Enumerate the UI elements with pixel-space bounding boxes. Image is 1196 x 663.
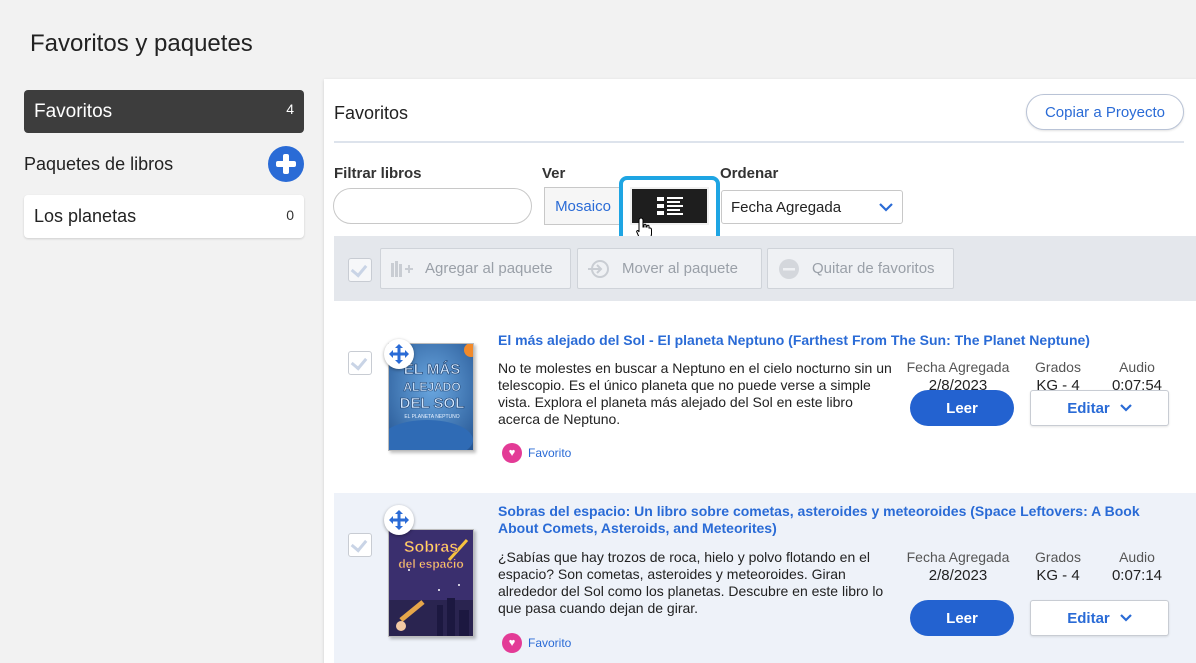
cover-title-line: DEL SOL bbox=[400, 395, 465, 412]
filter-label: Filtrar libros bbox=[334, 165, 422, 182]
move-to-package-button[interactable]: Mover al paquete bbox=[577, 248, 762, 289]
heart-icon: ♥ bbox=[502, 633, 522, 653]
date-added: Fecha Agregada 2/8/2023 bbox=[906, 359, 1010, 394]
audio-label: Audio bbox=[1119, 359, 1155, 375]
book-checkbox[interactable] bbox=[348, 533, 372, 557]
chevron-down-icon bbox=[879, 202, 893, 212]
cover-subtitle: EL PLANETA NEPTUNO bbox=[404, 414, 459, 420]
packages-header: Paquetes de libros bbox=[24, 146, 304, 182]
audio-label: Audio bbox=[1119, 549, 1155, 565]
edit-button[interactable]: Editar bbox=[1030, 600, 1169, 636]
book-description: No te molestes en buscar a Neptuno en el… bbox=[498, 360, 892, 427]
view-label: Ver bbox=[542, 165, 566, 182]
drag-move-icon[interactable] bbox=[384, 339, 414, 369]
sidebar-item-count: 4 bbox=[286, 100, 294, 117]
audio-value: 0:07:14 bbox=[1111, 567, 1163, 584]
add-package-icon[interactable] bbox=[268, 146, 304, 182]
cover-title-line: del espacio bbox=[398, 557, 463, 571]
book-row: Sobras del espacio Sobras del espacio: U… bbox=[334, 493, 1196, 663]
heart-icon: ♥ bbox=[502, 443, 522, 463]
grades-value: KG - 4 bbox=[1036, 567, 1080, 584]
grades-label: Grados bbox=[1035, 359, 1081, 375]
packages-header-label: Paquetes de libros bbox=[24, 153, 174, 174]
grades: Grados KG - 4 bbox=[1028, 359, 1088, 394]
divider bbox=[334, 141, 1184, 143]
edit-label: Editar bbox=[1067, 609, 1110, 627]
book-title-link[interactable]: El más alejado del Sol - El planeta Nept… bbox=[498, 332, 1158, 349]
page-title: Favoritos y paquetes bbox=[30, 30, 253, 57]
read-button[interactable]: Leer bbox=[910, 600, 1014, 636]
chevron-down-icon bbox=[1119, 404, 1132, 412]
section-title: Favoritos bbox=[334, 103, 409, 123]
book-title-link[interactable]: Sobras del espacio: Un libro sobre comet… bbox=[498, 503, 1158, 537]
sidebar-item-label: Los planetas bbox=[34, 206, 137, 226]
date-added-value: 2/8/2023 bbox=[928, 567, 988, 584]
grades-label: Grados bbox=[1035, 549, 1081, 565]
add-to-package-label: Agregar al paquete bbox=[425, 260, 553, 277]
main-panel: Favoritos Copiar a Proyecto Filtrar libr… bbox=[324, 79, 1196, 663]
remove-favorites-label: Quitar de favoritos bbox=[812, 260, 935, 277]
chevron-down-icon bbox=[1119, 614, 1132, 622]
audio: Audio 0:07:14 bbox=[1107, 549, 1167, 584]
favorite-tag[interactable]: ♥ Favorito bbox=[502, 633, 571, 653]
copy-to-project-button[interactable]: Copiar a Proyecto bbox=[1026, 94, 1184, 130]
remove-icon bbox=[776, 258, 802, 279]
drag-move-icon[interactable] bbox=[384, 505, 414, 535]
sort-select[interactable]: Fecha Agregada bbox=[721, 190, 903, 224]
book-description: ¿Sabías que hay trozos de roca, hielo y … bbox=[498, 549, 884, 616]
list-view-icon bbox=[656, 197, 683, 215]
favorite-label: Favorito bbox=[528, 636, 572, 650]
read-button[interactable]: Leer bbox=[910, 390, 1014, 426]
filter-input[interactable] bbox=[333, 188, 532, 224]
edit-label: Editar bbox=[1067, 399, 1110, 417]
book-row: EL MÁS ALEJADO DEL SOL EL PLANETA NEPTUN… bbox=[334, 323, 1196, 495]
grades: Grados KG - 4 bbox=[1028, 549, 1088, 584]
date-added: Fecha Agregada 2/8/2023 bbox=[906, 549, 1010, 584]
bulk-toolbar: Agregar al paquete Mover al paquete Quit… bbox=[334, 236, 1196, 301]
add-books-icon bbox=[389, 259, 415, 279]
edit-button[interactable]: Editar bbox=[1030, 390, 1169, 426]
audio: Audio 0:07:54 bbox=[1107, 359, 1167, 394]
cover-title-line: Sobras bbox=[404, 539, 458, 556]
add-to-package-button[interactable]: Agregar al paquete bbox=[380, 248, 571, 289]
date-added-label: Fecha Agregada bbox=[906, 549, 1010, 565]
remove-favorites-button[interactable]: Quitar de favoritos bbox=[767, 248, 954, 289]
favorite-label: Favorito bbox=[528, 446, 572, 460]
book-checkbox[interactable] bbox=[348, 351, 372, 375]
cover-title-line: EL MÁS bbox=[404, 361, 460, 378]
view-mosaic-button[interactable]: Mosaico bbox=[544, 187, 622, 225]
sidebar-item-label: Favoritos bbox=[34, 100, 113, 122]
sidebar-item-favoritos[interactable]: Favoritos 4 bbox=[24, 90, 304, 133]
move-to-package-label: Mover al paquete bbox=[622, 260, 738, 277]
book-cover[interactable]: Sobras del espacio bbox=[388, 529, 474, 637]
select-all-checkbox[interactable] bbox=[348, 258, 372, 282]
move-icon bbox=[586, 259, 612, 279]
sidebar-item-los-planetas[interactable]: Los planetas 0 bbox=[24, 195, 304, 238]
date-added-label: Fecha Agregada bbox=[906, 359, 1010, 375]
cover-title-line: ALEJADO bbox=[403, 380, 460, 394]
favorite-tag[interactable]: ♥ Favorito bbox=[502, 443, 571, 463]
sidebar-item-count: 0 bbox=[286, 206, 294, 223]
sort-label: Ordenar bbox=[720, 165, 779, 182]
sort-select-value: Fecha Agregada bbox=[731, 198, 842, 216]
